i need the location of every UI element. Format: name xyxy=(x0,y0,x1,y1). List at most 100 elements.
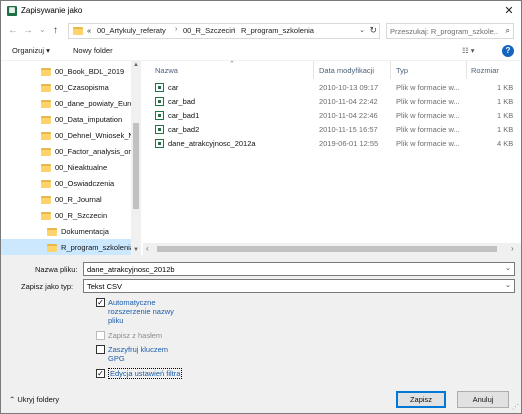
search-icon[interactable]: ⌕ xyxy=(506,26,510,36)
option-gpg-encrypt[interactable]: Zaszyfruj kluczem GPG xyxy=(96,345,176,365)
tree-item[interactable]: Dokumentacja xyxy=(1,223,131,240)
filetype-select[interactable]: Tekst CSV ⌄ xyxy=(83,279,515,293)
file-name: car_bad2 xyxy=(168,125,200,134)
file-size: 1 KB xyxy=(497,97,514,106)
column-header-name[interactable]: Nazwa xyxy=(155,66,178,75)
tree-item[interactable]: R_program_szkolenia xyxy=(1,239,134,255)
folder-icon xyxy=(41,164,51,172)
column-divider[interactable] xyxy=(313,61,314,79)
filename-field[interactable]: dane_atrakcyjnosc_2012b ⌄ xyxy=(83,262,515,276)
file-date: 2010-10-13 09:17 xyxy=(319,83,379,92)
file-name: car_bad1 xyxy=(168,111,200,120)
scroll-right-icon[interactable]: › xyxy=(511,244,514,253)
tree-item-label: 00_dane_powiaty_Euro xyxy=(55,99,134,108)
folder-icon xyxy=(41,100,51,108)
csv-file-icon xyxy=(155,139,164,148)
folder-icon xyxy=(41,180,51,188)
file-row[interactable]: car 2010-10-13 09:17 Plik w formacie w... 1… xyxy=(153,81,521,94)
hscroll-thumb[interactable] xyxy=(157,246,497,252)
tree-item-label: 00_Factor_analysis_ord xyxy=(55,147,136,156)
checkbox-save-with-password xyxy=(96,331,105,340)
chevron-right-icon[interactable]: › xyxy=(233,26,235,33)
file-type: Plik w formacie w... xyxy=(396,139,460,148)
address-bar[interactable]: « 00_Artykuly_referaty › 00_R_Szczecin ›… xyxy=(68,23,380,39)
tree-item-label: 00_Oswiadczenia xyxy=(55,179,115,188)
help-icon[interactable]: ? xyxy=(502,45,514,57)
scroll-down-icon[interactable]: ▼ xyxy=(133,247,139,253)
up-folder-icon[interactable]: ↑ xyxy=(53,25,58,36)
tree-item[interactable]: 00_dane_powiaty_Euro xyxy=(1,95,134,112)
hide-folders-toggle[interactable]: ⌃ Ukryj foldery xyxy=(9,395,59,404)
refresh-icon[interactable]: ↻ xyxy=(369,25,377,36)
folder-icon xyxy=(41,116,51,124)
file-date: 2010-11-04 22:46 xyxy=(319,111,378,120)
tree-item[interactable]: 00_Czasopisma xyxy=(1,79,131,96)
title-bar: ▦ Zapisywanie jako ✕ xyxy=(1,1,521,21)
save-button[interactable]: Zapisz xyxy=(396,391,446,408)
forward-icon[interactable]: → xyxy=(23,25,33,36)
tree-item[interactable]: 00_Nieaktualne xyxy=(1,159,131,176)
filetype-value[interactable]: Tekst CSV xyxy=(87,282,122,291)
column-divider[interactable] xyxy=(390,61,391,79)
organize-button[interactable]: Organizuj ▾ xyxy=(12,46,50,55)
filetype-label: Zapisz jako typ: xyxy=(21,282,74,291)
checkbox-edit-filter-settings[interactable]: ✓ xyxy=(96,369,105,378)
column-divider[interactable] xyxy=(466,61,467,79)
tree-item[interactable]: 00_Book_BDL_2019 xyxy=(1,63,131,80)
file-row[interactable]: dane_atrakcyjnosc_2012a 2019-06-01 12:55 P… xyxy=(153,137,521,150)
back-icon[interactable]: ← xyxy=(8,25,18,36)
chevron-right-icon[interactable]: › xyxy=(175,26,177,33)
folder-icon xyxy=(41,68,51,76)
file-row[interactable]: car_bad1 2010-11-04 22:46 Plik w formacie … xyxy=(153,109,521,122)
tree-item[interactable]: 00_Factor_analysis_ord xyxy=(1,143,135,160)
file-list-hscrollbar[interactable]: ‹ › xyxy=(143,243,521,255)
file-row[interactable]: car_bad 2010-11-04 22:42 Plik w formacie w… xyxy=(153,95,521,108)
column-header-type[interactable]: Typ xyxy=(396,66,408,75)
resize-grip-icon[interactable]: ⋰ xyxy=(512,403,519,411)
breadcrumb-overflow[interactable]: « xyxy=(87,26,91,35)
folder-icon xyxy=(73,27,83,35)
scroll-up-icon[interactable]: ▲ xyxy=(133,62,139,68)
option-label[interactable]: Automatyczne rozszerzenie nazwy pliku xyxy=(108,298,174,325)
cancel-button[interactable]: Anuluj xyxy=(457,391,509,408)
tree-item-label: 00_Czasopisma xyxy=(55,83,109,92)
tree-item[interactable]: 00_Oswiadczenia xyxy=(1,175,131,192)
breadcrumb-r-szczecin[interactable]: 00_R_Szczecin xyxy=(183,26,235,35)
file-row[interactable]: car_bad2 2010-11-15 16:57 Plik w formacie … xyxy=(153,123,521,136)
csv-file-icon xyxy=(155,97,164,106)
column-header-date[interactable]: Data modyfikacji xyxy=(319,66,374,75)
column-header-size[interactable]: Rozmiar xyxy=(471,66,499,75)
tree-item-label: 00_Data_imputation xyxy=(55,115,123,124)
search-input[interactable] xyxy=(390,26,498,37)
tree-item[interactable]: 00_R_Szczecin xyxy=(1,207,131,224)
filename-value[interactable]: dane_atrakcyjnosc_2012b xyxy=(87,265,175,274)
search-box[interactable]: ⌕ xyxy=(386,23,514,39)
option-label: Zapisz z hasłem xyxy=(108,331,163,340)
option-edit-filter-settings[interactable]: ✓ Edycja ustawień filtra xyxy=(96,368,196,379)
breadcrumb-artykuly[interactable]: 00_Artykuly_referaty xyxy=(97,26,166,35)
folder-icon xyxy=(47,244,57,252)
tree-scrollbar[interactable]: ▲ ▼ xyxy=(131,61,141,255)
tree-item[interactable]: 00_Data_imputation xyxy=(1,111,131,128)
file-size: 1 KB xyxy=(497,83,514,92)
address-dropdown-icon[interactable]: ⌄ xyxy=(359,26,365,34)
tree-item[interactable]: 00_R_Journal xyxy=(1,191,131,208)
file-name: car xyxy=(168,83,179,92)
checkbox-gpg-encrypt[interactable] xyxy=(96,345,105,354)
option-auto-extension[interactable]: ✓ Automatyczne rozszerzenie nazwy pliku xyxy=(96,298,176,328)
tree-item[interactable]: 00_Dehnel_Wniosek_N xyxy=(1,127,134,144)
file-size: 1 KB xyxy=(497,111,514,120)
breadcrumb-r-program[interactable]: R_program_szkolenia xyxy=(241,26,314,35)
option-label[interactable]: Edycja ustawień filtra xyxy=(108,368,183,379)
chevron-down-icon[interactable]: ⌄ xyxy=(505,281,511,289)
tree-scroll-thumb[interactable] xyxy=(133,123,139,209)
recent-locations-icon[interactable]: ⌄ xyxy=(39,25,46,34)
view-options-button[interactable]: ☷ ▾ xyxy=(462,46,475,55)
filename-label: Nazwa pliku: xyxy=(35,265,78,274)
close-button[interactable]: ✕ xyxy=(501,3,517,19)
chevron-down-icon[interactable]: ⌄ xyxy=(505,264,511,272)
scroll-left-icon[interactable]: ‹ xyxy=(146,244,149,253)
checkbox-auto-extension[interactable]: ✓ xyxy=(96,298,105,307)
new-folder-button[interactable]: Nowy folder xyxy=(73,46,113,55)
option-label[interactable]: Zaszyfruj kluczem GPG xyxy=(108,345,168,363)
